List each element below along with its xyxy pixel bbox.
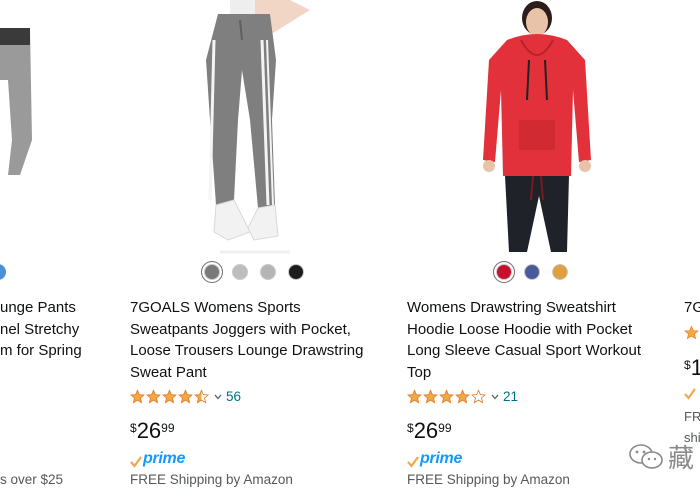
- star-rating[interactable]: [407, 389, 486, 404]
- product-title[interactable]: Womens Drawstring Sweatshirt Hoodie Loos…: [407, 297, 667, 383]
- chevron-down-icon[interactable]: [491, 394, 499, 400]
- color-swatch[interactable]: [0, 264, 6, 280]
- color-swatches: [204, 264, 304, 280]
- price-whole: 1: [690, 355, 700, 380]
- rating[interactable]: 21: [407, 389, 518, 404]
- product-card[interactable]: 7GOALS Womens Sports Sweatpants Joggers …: [130, 0, 390, 500]
- star-half-icon: [194, 389, 209, 404]
- price-fraction: 99: [438, 421, 452, 435]
- star-full-icon: [423, 389, 438, 404]
- color-swatches: [0, 264, 6, 280]
- check-icon: [130, 456, 142, 468]
- price[interactable]: $ 26 99: [130, 418, 175, 444]
- title-line[interactable]: Loose Trousers Lounge Drawstring: [130, 340, 390, 362]
- product-title[interactable]: 7GOALS Womens Sports Sweatpants Joggers …: [130, 297, 390, 383]
- star-full-icon: [162, 389, 177, 404]
- price[interactable]: $ 26 99: [407, 418, 452, 444]
- price-symbol: $: [407, 421, 414, 435]
- product-card[interactable]: Womens Drawstring Sweatshirt Hoodie Loos…: [407, 0, 667, 500]
- price-whole: 26: [413, 418, 439, 443]
- title-line[interactable]: 7G: [684, 297, 700, 319]
- price-whole: 26: [136, 418, 162, 443]
- title-line[interactable]: Hoodie Loose Hoodie with Pocket: [407, 319, 667, 341]
- product-card-partial-left[interactable]: unge Pants nel Stretchy m for Spring s o…: [0, 0, 90, 500]
- title-line[interactable]: Top: [407, 362, 667, 384]
- shipping-text: FRE: [684, 409, 700, 424]
- color-swatch[interactable]: [524, 264, 540, 280]
- shipping-text: s over $25: [0, 472, 64, 487]
- color-swatch[interactable]: [496, 264, 512, 280]
- star-full-icon: [455, 389, 470, 404]
- star-full-icon: [178, 389, 193, 404]
- star-full-icon: [146, 389, 161, 404]
- prime-label: prime: [420, 450, 463, 467]
- wechat-icon: [629, 443, 663, 469]
- color-swatch[interactable]: [204, 264, 220, 280]
- star-full-icon: [439, 389, 454, 404]
- title-line[interactable]: 7GOALS Womens Sports: [130, 297, 390, 319]
- star-full-icon: [130, 389, 145, 404]
- prime-badge: prime: [130, 450, 185, 468]
- watermark: 藏: [628, 438, 694, 475]
- title-line[interactable]: Womens Drawstring Sweatshirt: [407, 297, 667, 319]
- price-symbol: $: [130, 421, 137, 435]
- color-swatch[interactable]: [288, 264, 304, 280]
- rating[interactable]: 56: [130, 389, 241, 404]
- watermark-text: 藏: [667, 444, 694, 474]
- title-line[interactable]: Sweatpants Joggers with Pocket,: [130, 319, 390, 341]
- star-empty-icon: [471, 389, 486, 404]
- price-symbol: $: [684, 358, 691, 372]
- price[interactable]: $ 1: [684, 355, 700, 381]
- review-count[interactable]: 21: [503, 389, 518, 404]
- star-rating[interactable]: [130, 389, 209, 404]
- prime-badge: prime: [407, 450, 462, 468]
- star-full-icon: [407, 389, 422, 404]
- prime-label: prime: [143, 450, 186, 467]
- star-icon: [684, 325, 699, 345]
- color-swatch[interactable]: [260, 264, 276, 280]
- check-icon: [684, 388, 696, 400]
- product-image[interactable]: [130, 0, 330, 255]
- title-line[interactable]: Sweat Pant: [130, 362, 390, 384]
- title-line[interactable]: Long Sleeve Casual Sport Workout: [407, 340, 667, 362]
- chevron-down-icon[interactable]: [214, 394, 222, 400]
- product-image[interactable]: [467, 0, 607, 255]
- color-swatch[interactable]: [552, 264, 568, 280]
- color-swatches: [496, 264, 568, 280]
- review-count[interactable]: 56: [226, 389, 241, 404]
- check-icon: [407, 456, 419, 468]
- product-image[interactable]: [0, 0, 40, 255]
- color-swatch[interactable]: [232, 264, 248, 280]
- product-title[interactable]: 7G: [684, 297, 700, 319]
- shipping-text: FREE Shipping by Amazon: [407, 472, 570, 487]
- product-card-partial-right[interactable]: 7G $ 1 FRE shi: [684, 0, 700, 500]
- price-fraction: 99: [161, 421, 175, 435]
- shipping-text: FREE Shipping by Amazon: [130, 472, 293, 487]
